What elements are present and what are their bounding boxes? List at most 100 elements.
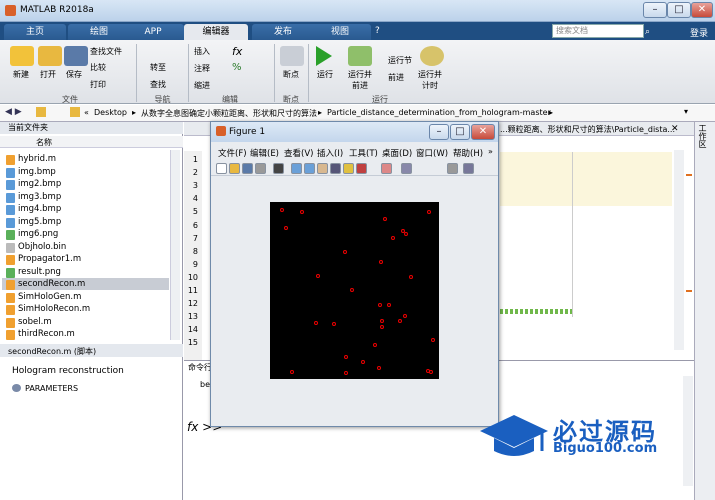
colorbar-icon[interactable] [381, 163, 392, 174]
help-icon[interactable]: ? [375, 26, 387, 38]
file-list-item[interactable]: Objholo.bin [18, 242, 66, 252]
file-list-item[interactable]: Propagator1.m [18, 254, 81, 264]
print-button[interactable]: 打印 [90, 79, 106, 90]
workspace-label[interactable]: 工作区 [697, 124, 708, 148]
pan-icon[interactable] [317, 163, 328, 174]
figure-menu-item[interactable]: 桌面(D) [382, 147, 412, 159]
column-name[interactable]: 名称 [36, 137, 52, 148]
warning-marker[interactable] [686, 174, 692, 176]
rotate-icon[interactable] [330, 163, 341, 174]
file-list-item[interactable]: sobel.m [18, 317, 52, 327]
workspace-collapsed[interactable] [694, 122, 715, 500]
close-button[interactable]: ✕ [691, 2, 713, 18]
figure-minimize-button[interactable]: – [429, 124, 449, 140]
tab-home[interactable]: 主页 [4, 24, 66, 40]
scrollbar[interactable] [170, 150, 180, 340]
figure-menu-item[interactable]: 窗口(W) [416, 147, 448, 159]
hide-plot-tools-icon[interactable] [447, 163, 458, 174]
run-advance-button[interactable]: 运行并 前进 [342, 69, 378, 91]
editor-scrollbar[interactable] [674, 150, 684, 350]
maximize-button[interactable]: □ [667, 2, 691, 18]
figure-menu-item[interactable]: 查看(V) [284, 147, 313, 159]
file-list-item[interactable]: img4.bmp [18, 204, 61, 214]
file-list-item[interactable]: result.png [18, 267, 61, 277]
search-icon[interactable]: ⌕ [645, 27, 650, 37]
editor-tab-path[interactable]: ...颗粒距离、形状和尺寸的算法\Particle_dista... [500, 124, 675, 135]
breadcrumb-project-folder[interactable]: Particle_distance_determination_from_hol… [327, 108, 551, 117]
figure-menu-item[interactable]: 工具(T) [349, 147, 378, 159]
graduation-cap-icon [480, 415, 548, 456]
print-icon[interactable] [255, 163, 266, 174]
compare-button[interactable]: 比较 [90, 62, 106, 73]
tab-view[interactable]: 视图 [309, 24, 371, 40]
browse-folder-icon[interactable] [70, 107, 80, 117]
figure-menu-item[interactable]: 帮助(H) [453, 147, 483, 159]
figure-menu-item[interactable]: 插入(I) [317, 147, 343, 159]
breadcrumb-desktop[interactable]: Desktop [94, 108, 127, 117]
insert-button[interactable]: 插入 [194, 46, 210, 57]
figure-close-button[interactable]: ✕ [471, 124, 495, 140]
particle-marker [373, 343, 377, 347]
warning-marker[interactable] [686, 290, 692, 292]
menu-overflow-icon[interactable]: » [488, 147, 493, 156]
address-dropdown-icon[interactable]: ▾ [684, 107, 688, 116]
run-button[interactable]: 运行 [310, 69, 340, 80]
minimize-button[interactable]: – [643, 2, 667, 18]
run-time-button[interactable]: 运行并 计时 [414, 69, 446, 91]
tab-editor[interactable]: 编辑器 [184, 24, 248, 40]
open-icon[interactable] [229, 163, 240, 174]
new-button[interactable]: 新建 [6, 69, 36, 80]
editor-close-icon[interactable]: ✕ [671, 124, 679, 134]
find-button[interactable]: 查找 [150, 79, 166, 90]
command-scrollbar[interactable] [683, 376, 693, 486]
zoom-out-icon[interactable] [304, 163, 315, 174]
percent-icon[interactable]: % [232, 62, 242, 73]
comment-button[interactable]: 注释 [194, 63, 210, 74]
app-title: MATLAB R2018a [20, 5, 94, 15]
fx-icon[interactable]: fx [232, 45, 242, 58]
particle-marker [426, 369, 430, 373]
breadcrumb-algorithm-folder[interactable]: 从数字全息图确定小颗粒距离、形状和尺寸的算法 [141, 108, 317, 119]
file-list-item[interactable]: SimHoloGen.m [18, 292, 81, 302]
file-list-item[interactable]: img5.bmp [18, 217, 61, 227]
figure-maximize-button[interactable]: □ [450, 124, 470, 140]
group-run: 运行 [372, 95, 388, 104]
figure-window[interactable]: Figure 1 – □ ✕ 文件(F) 编辑(E) 查看(V) 插入(I) 工具(T)… [210, 121, 499, 427]
new-figure-icon[interactable] [216, 163, 227, 174]
tab-apps[interactable]: APP [122, 24, 184, 40]
address-prefix: « [84, 108, 89, 117]
folder-up-icon[interactable] [36, 107, 46, 117]
show-plot-tools-icon[interactable] [463, 163, 474, 174]
find-files-button[interactable]: 查找文件 [90, 46, 122, 57]
search-input[interactable]: 搜索文档 [552, 24, 644, 38]
file-list-item[interactable]: img.bmp [18, 167, 56, 177]
file-list-item[interactable]: hybrid.m [18, 154, 56, 164]
file-list-item[interactable]: img6.png [18, 229, 58, 239]
zoom-in-icon[interactable] [291, 163, 302, 174]
data-cursor-icon[interactable] [343, 163, 354, 174]
login-link[interactable]: 登录 [690, 26, 708, 39]
pointer-icon[interactable] [273, 163, 284, 174]
hologram-image-axes[interactable] [270, 202, 439, 379]
file-list-item[interactable]: img3.bmp [18, 192, 61, 202]
breakpoints-button[interactable]: 断点 [275, 69, 307, 80]
figure-menu-item[interactable]: 编辑(E) [250, 147, 279, 159]
line-number: 2 [192, 168, 198, 178]
tab-plots[interactable]: 绘图 [68, 24, 130, 40]
advance-button[interactable]: 前进 [388, 72, 404, 83]
file-list-item[interactable]: secondRecon.m [18, 279, 85, 289]
title-bar [0, 0, 715, 22]
tab-publish[interactable]: 发布 [252, 24, 314, 40]
file-list-item[interactable]: thirdRecon.m [18, 329, 75, 339]
goto-button[interactable]: 转至 [150, 62, 166, 73]
file-list-item[interactable]: SimHoloRecon.m [18, 304, 90, 314]
figure-menu-item[interactable]: 文件(F) [218, 147, 247, 159]
brush-icon[interactable] [356, 163, 367, 174]
save-button[interactable]: 保存 [59, 69, 89, 80]
legend-icon[interactable] [401, 163, 412, 174]
file-list-item[interactable]: img2.bmp [18, 179, 61, 189]
run-section-button[interactable]: 运行节 [388, 55, 412, 66]
indent-button[interactable]: 缩进 [194, 80, 210, 91]
back-arrow-icon[interactable]: ◀ ▶ [5, 107, 22, 117]
save-icon[interactable] [242, 163, 253, 174]
